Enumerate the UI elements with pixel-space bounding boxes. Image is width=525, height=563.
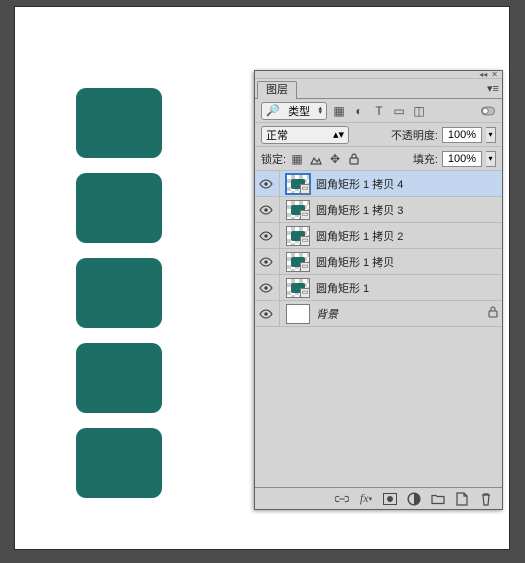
panel-footer: fx▾ bbox=[255, 487, 502, 509]
lock-indicator-icon[interactable] bbox=[488, 306, 498, 321]
layer-thumbnail[interactable]: ▭ bbox=[286, 252, 310, 272]
layer-row[interactable]: ▭ 圆角矩形 1 bbox=[255, 275, 502, 301]
chevron-updown-icon: ▴▾ bbox=[318, 107, 322, 115]
opacity-label: 不透明度: bbox=[391, 127, 438, 143]
layer-thumbnail[interactable]: ▭ bbox=[286, 174, 310, 194]
lock-position-icon[interactable]: ✥ bbox=[328, 151, 342, 167]
separator bbox=[279, 223, 280, 249]
tab-layers[interactable]: 图层 bbox=[257, 81, 297, 99]
layer-name[interactable]: 圆角矩形 1 拷贝 2 bbox=[316, 228, 403, 244]
search-icon: 🔎 bbox=[266, 104, 280, 117]
new-group-icon[interactable] bbox=[430, 491, 446, 507]
separator bbox=[279, 301, 280, 327]
filter-smart-icon[interactable]: ◫ bbox=[411, 103, 427, 119]
layer-row[interactable]: ▭ 圆角矩形 1 拷贝 3 bbox=[255, 197, 502, 223]
separator bbox=[279, 275, 280, 301]
canvas-shape[interactable] bbox=[76, 428, 162, 498]
layer-thumbnail[interactable]: ▭ bbox=[286, 226, 310, 246]
panel-tabs: 图层 ▾≡ bbox=[255, 79, 502, 99]
vector-badge-icon: ▭ bbox=[300, 210, 310, 220]
layer-row[interactable]: ▭ 圆角矩形 1 拷贝 2 bbox=[255, 223, 502, 249]
new-layer-icon[interactable] bbox=[454, 491, 470, 507]
visibility-eye-icon[interactable] bbox=[259, 307, 273, 321]
fill-input[interactable]: 100% bbox=[442, 151, 482, 167]
blend-mode-value: 正常 bbox=[266, 127, 288, 143]
lock-image-icon[interactable] bbox=[309, 151, 323, 167]
blend-mode-select[interactable]: 正常 ▴▾ bbox=[261, 126, 349, 144]
filter-toggle-switch[interactable] bbox=[480, 103, 496, 119]
chevron-updown-icon: ▴▾ bbox=[333, 128, 344, 141]
layer-row[interactable]: ▭ 圆角矩形 1 拷贝 4 bbox=[255, 171, 502, 197]
separator bbox=[279, 197, 280, 223]
lock-label: 锁定: bbox=[261, 151, 286, 167]
layer-row[interactable]: ▭ 圆角矩形 1 拷贝 bbox=[255, 249, 502, 275]
delete-layer-icon[interactable] bbox=[478, 491, 494, 507]
canvas-shape[interactable] bbox=[76, 343, 162, 413]
lock-row: 锁定: ▦ ✥ 填充: 100% ▾ bbox=[255, 147, 502, 171]
layer-row[interactable]: 背景 bbox=[255, 301, 502, 327]
panel-menu-icon[interactable]: ▾≡ bbox=[484, 80, 502, 98]
vector-badge-icon: ▭ bbox=[300, 236, 310, 246]
layer-name[interactable]: 圆角矩形 1 bbox=[316, 280, 369, 296]
layer-list[interactable]: ▭ 圆角矩形 1 拷贝 4 ▭ 圆角矩形 1 拷贝 3 ▭ 圆角矩形 1 拷贝 2 ▭ 圆角矩… bbox=[255, 171, 502, 487]
layer-name[interactable]: 背景 bbox=[316, 306, 338, 322]
filter-kind-label: 类型 bbox=[288, 103, 310, 119]
fill-stepper[interactable]: ▾ bbox=[486, 151, 496, 167]
separator bbox=[279, 249, 280, 275]
layer-name[interactable]: 圆角矩形 1 拷贝 bbox=[316, 254, 394, 270]
lock-all-icon[interactable] bbox=[347, 151, 361, 167]
filter-adjust-icon[interactable]: ◐ bbox=[351, 103, 367, 119]
filter-shape-icon[interactable]: ▭ bbox=[391, 103, 407, 119]
canvas-shape[interactable] bbox=[76, 258, 162, 328]
fill-label: 填充: bbox=[413, 151, 438, 167]
vector-badge-icon: ▭ bbox=[300, 288, 310, 298]
canvas-shape[interactable] bbox=[76, 88, 162, 158]
layer-name[interactable]: 圆角矩形 1 拷贝 4 bbox=[316, 176, 403, 192]
vector-badge-icon: ▭ bbox=[300, 184, 310, 194]
layers-panel: ◂◂ ✕ 图层 ▾≡ 🔎 类型 ▴▾ ▦ ◐ T ▭ ◫ 正常 ▴▾ 不透明度:… bbox=[254, 70, 503, 510]
filter-pixel-icon[interactable]: ▦ bbox=[331, 103, 347, 119]
canvas-shape[interactable] bbox=[76, 173, 162, 243]
layer-fx-icon[interactable]: fx▾ bbox=[358, 491, 374, 507]
layer-thumbnail[interactable] bbox=[286, 304, 310, 324]
visibility-eye-icon[interactable] bbox=[259, 281, 273, 295]
visibility-eye-icon[interactable] bbox=[259, 229, 273, 243]
opacity-stepper[interactable]: ▾ bbox=[486, 127, 496, 143]
visibility-eye-icon[interactable] bbox=[259, 177, 273, 191]
layer-thumbnail[interactable]: ▭ bbox=[286, 278, 310, 298]
adjustment-layer-icon[interactable] bbox=[406, 491, 422, 507]
lock-transparent-icon[interactable]: ▦ bbox=[290, 151, 304, 167]
blend-row: 正常 ▴▾ 不透明度: 100% ▾ bbox=[255, 123, 502, 147]
layer-name[interactable]: 圆角矩形 1 拷贝 3 bbox=[316, 202, 403, 218]
filter-row: 🔎 类型 ▴▾ ▦ ◐ T ▭ ◫ bbox=[255, 99, 502, 123]
link-layers-icon[interactable] bbox=[334, 491, 350, 507]
filter-type-icon[interactable]: T bbox=[371, 103, 387, 119]
layer-mask-icon[interactable] bbox=[382, 491, 398, 507]
filter-kind-select[interactable]: 🔎 类型 ▴▾ bbox=[261, 102, 327, 120]
visibility-eye-icon[interactable] bbox=[259, 203, 273, 217]
separator bbox=[279, 171, 280, 197]
close-icon[interactable]: ✕ bbox=[491, 71, 498, 79]
visibility-eye-icon[interactable] bbox=[259, 255, 273, 269]
collapse-left-icon[interactable]: ◂◂ bbox=[479, 71, 487, 79]
opacity-input[interactable]: 100% bbox=[442, 127, 482, 143]
lock-buttons: ▦ ✥ bbox=[290, 151, 361, 167]
panel-grip[interactable]: ◂◂ ✕ bbox=[255, 71, 502, 79]
vector-badge-icon: ▭ bbox=[300, 262, 310, 272]
layer-thumbnail[interactable]: ▭ bbox=[286, 200, 310, 220]
